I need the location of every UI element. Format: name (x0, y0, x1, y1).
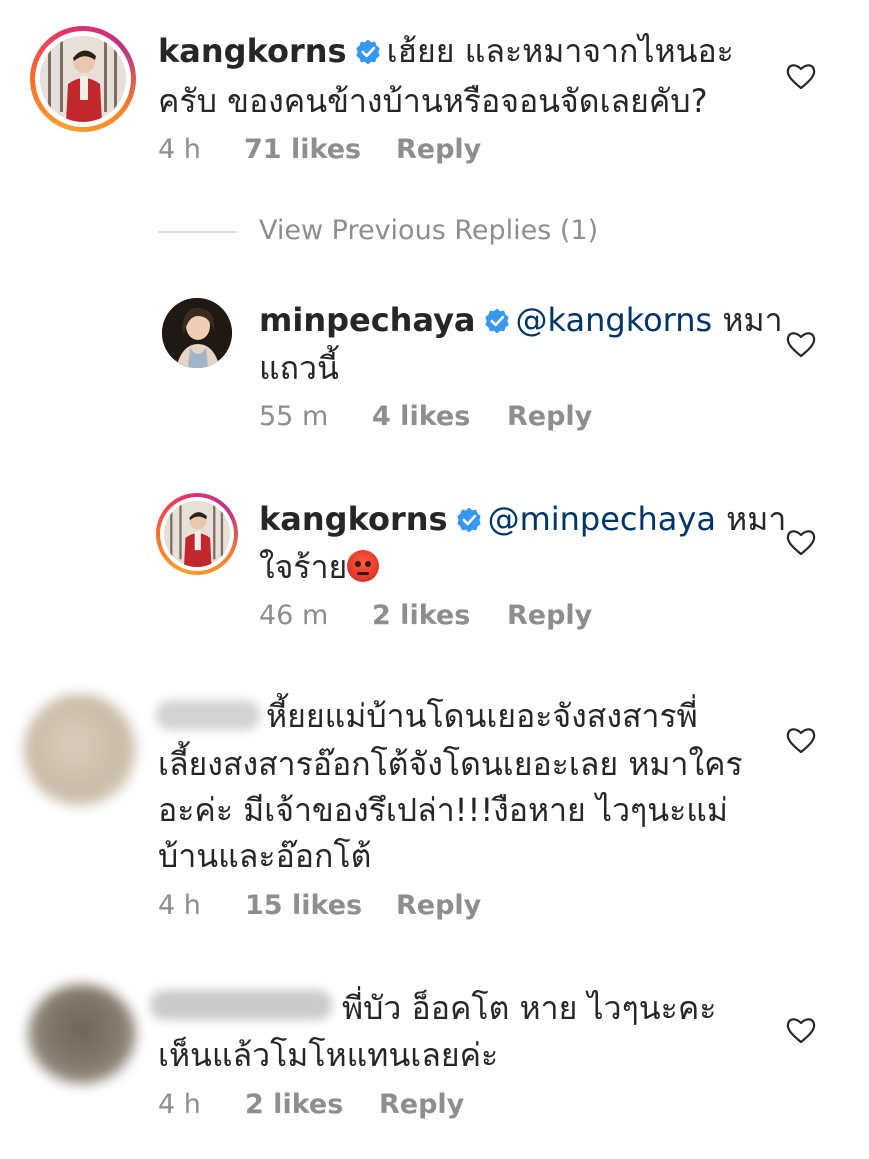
comment-meta: 4 h 2 likes Reply (158, 1089, 464, 1120)
avatar[interactable] (162, 298, 232, 368)
reply-button[interactable]: Reply (507, 600, 592, 631)
comment-text-wrap: ใจร้าย (259, 544, 380, 590)
mention-link[interactable]: @minpechaya (488, 500, 716, 538)
comment-text-line: หี้ยยแม่บ้านโดนเยอะจังสงสารพี่ (266, 697, 698, 735)
timestamp: 4 h (158, 890, 201, 921)
verified-badge-icon (484, 308, 509, 334)
timestamp: 55 m (259, 401, 329, 432)
reply-button[interactable]: Reply (396, 890, 481, 921)
avatar[interactable] (28, 984, 136, 1084)
comment-text-line: ครับ ของคนข้างบ้านหรือจอนจัดเลยคับ? (158, 82, 708, 120)
verified-badge-icon (355, 39, 380, 65)
replies-divider (158, 231, 236, 233)
comment-text-line: อะค่ะ มีเจ้าของรึเปล่า!!!งือหาย ไวๆนะแม่ (158, 791, 728, 829)
heart-outline-icon[interactable] (786, 528, 816, 556)
heart-outline-icon[interactable] (786, 330, 816, 358)
username[interactable]: kangkorns (259, 500, 448, 538)
heart-outline-icon[interactable] (786, 1016, 816, 1044)
username-redacted[interactable] (150, 990, 332, 1020)
reply-button[interactable]: Reply (396, 134, 481, 165)
avatar[interactable] (24, 694, 136, 806)
likes-count[interactable]: 4 likes (372, 401, 507, 432)
likes-count[interactable]: 2 likes (245, 1089, 379, 1120)
comment-text-line: หมา (712, 301, 783, 339)
angry-face-emoji (347, 550, 380, 582)
verified-badge-icon (456, 507, 481, 533)
likes-count[interactable]: 71 likes (244, 134, 396, 165)
comment-text-line: หมา (715, 500, 787, 538)
comment-text-line: แถวนี้ (259, 349, 339, 387)
likes-count[interactable]: 2 likes (372, 600, 507, 631)
view-previous-replies-button[interactable]: View Previous Replies (1) (259, 215, 598, 246)
comment-text-line: เฮ้ยย และหมาจากไหนอะ (386, 32, 734, 70)
username-redacted[interactable] (156, 700, 260, 730)
comment-text-line: พี่บัว อ็อคโต หาย ไวๆนะคะ (342, 989, 717, 1027)
avatar-image (40, 36, 126, 122)
reply-button[interactable]: Reply (379, 1089, 464, 1120)
heart-outline-icon[interactable] (786, 62, 816, 90)
username[interactable]: kangkorns (158, 32, 347, 70)
timestamp: 4 h (158, 134, 201, 165)
mention-link[interactable]: @kangkorns (516, 301, 713, 339)
avatar-image (164, 501, 230, 567)
comment-meta: 4 h 15 likes Reply (158, 890, 481, 921)
timestamp: 46 m (259, 600, 329, 631)
comment-body: kangkorns @minpechaya หมา (259, 496, 786, 542)
reply-button[interactable]: Reply (507, 401, 592, 432)
comment-meta: 4 h 71 likes Reply (158, 134, 481, 165)
avatar[interactable] (164, 501, 230, 567)
username[interactable]: minpechaya (259, 301, 476, 339)
avatar[interactable] (40, 36, 126, 122)
comment-meta: 55 m 4 likes Reply (259, 401, 592, 432)
likes-count[interactable]: 15 likes (245, 890, 396, 921)
comment-text-line: เห็นแล้วโมโหแทนเลยค่ะ (158, 1036, 499, 1074)
avatar-image (162, 298, 232, 368)
heart-outline-icon[interactable] (786, 726, 816, 754)
timestamp: 4 h (158, 1089, 201, 1120)
comment-text-line: เลี้ยงสงสารอ๊อกโต้จังโดนเยอะเลย หมาใคร (158, 745, 743, 783)
comment-body: minpechaya @kangkorns หมา (259, 297, 783, 343)
comment-text-line: ใจร้าย (259, 548, 348, 586)
comment-text-line: บ้านและอ๊อกโต้ (158, 837, 372, 875)
comment-body: kangkorns เฮ้ยย และหมาจากไหนอะ (158, 28, 734, 74)
comment-meta: 46 m 2 likes Reply (259, 600, 592, 631)
